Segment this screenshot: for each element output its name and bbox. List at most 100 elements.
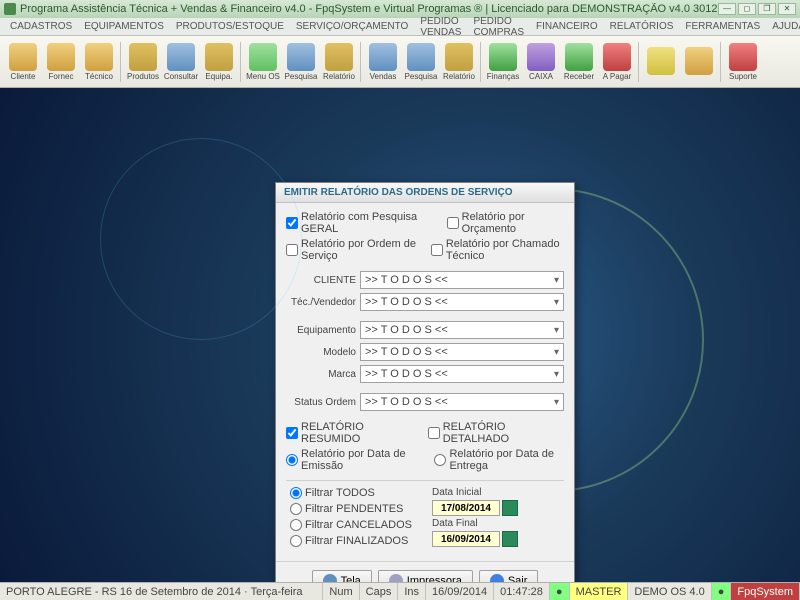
label-marca: Marca bbox=[286, 369, 356, 380]
Pesquisa-icon bbox=[407, 43, 435, 71]
radio-filtrar-finalizados[interactable]: Filtrar FINALIZADOS bbox=[290, 535, 412, 547]
toolbar-icon[interactable] bbox=[680, 38, 718, 86]
status-caps: Caps bbox=[360, 583, 399, 600]
radio-filtrar-pendentes[interactable]: Filtrar PENDENTES bbox=[290, 503, 412, 515]
combo-status[interactable]: >> T O D O S << bbox=[360, 393, 564, 411]
toolbar-equipa.[interactable]: Equipa. bbox=[200, 38, 238, 86]
minimize-button[interactable]: — bbox=[718, 3, 736, 15]
Técnico-icon bbox=[85, 43, 113, 71]
Menu OS-icon bbox=[249, 43, 277, 71]
status-time: 01:47:28 bbox=[494, 583, 550, 600]
radio-data-emissao[interactable]: Relatório por Data de Emissão bbox=[286, 448, 418, 472]
tool-icon bbox=[685, 47, 713, 75]
combo-marca[interactable]: >> T O D O S << bbox=[360, 365, 564, 383]
toolbar-separator bbox=[720, 42, 722, 82]
label-data-inicial: Data Inicial bbox=[432, 487, 518, 498]
toolbar-vendas[interactable]: Vendas bbox=[364, 38, 402, 86]
A Pagar-icon bbox=[603, 43, 631, 71]
toolbar-separator bbox=[120, 42, 122, 82]
toolbar-relatório[interactable]: Relatório bbox=[440, 38, 478, 86]
check-chamado-tecnico[interactable]: Relatório por Chamado Técnico bbox=[431, 238, 564, 262]
toolbar-suporte[interactable]: Suporte bbox=[724, 38, 762, 86]
status-user: MASTER bbox=[570, 583, 629, 600]
window-title: Programa Assistência Técnica + Vendas & … bbox=[20, 3, 718, 15]
toolbar-pesquisa[interactable]: Pesquisa bbox=[402, 38, 440, 86]
toolbar-separator bbox=[240, 42, 242, 82]
Equipa.-icon bbox=[205, 43, 233, 71]
menu-produtos/estoque[interactable]: PRODUTOS/ESTOQUE bbox=[170, 19, 290, 34]
toolbar-finanças[interactable]: Finanças bbox=[484, 38, 522, 86]
radio-filtrar-cancelados[interactable]: Filtrar CANCELADOS bbox=[290, 519, 412, 531]
toolbar-relatório[interactable]: Relatório bbox=[320, 38, 358, 86]
toolbar-receber[interactable]: Receber bbox=[560, 38, 598, 86]
status-indicator: ● bbox=[550, 583, 570, 600]
check-pesquisa-geral[interactable]: Relatório com Pesquisa GERAL bbox=[286, 211, 435, 235]
label-cliente: CLIENTE bbox=[286, 275, 356, 286]
combo-tecnico[interactable]: >> T O D O S << bbox=[360, 293, 564, 311]
report-dialog: EMITIR RELATÓRIO DAS ORDENS DE SERVIÇO R… bbox=[275, 182, 575, 582]
radio-filtrar-todos[interactable]: Filtrar TODOS bbox=[290, 487, 412, 499]
label-equipamento: Equipamento bbox=[286, 325, 356, 336]
radio-data-entrega[interactable]: Relatório por Data de Entrega bbox=[434, 448, 564, 472]
calendar-icon[interactable] bbox=[502, 531, 518, 547]
dialog-title: EMITIR RELATÓRIO DAS ORDENS DE SERVIÇO bbox=[276, 183, 574, 203]
sair-button[interactable]: Sair bbox=[479, 570, 539, 582]
menu-equipamentos[interactable]: EQUIPAMENTOS bbox=[78, 19, 170, 34]
status-location: PORTO ALEGRE - RS 16 de Setembro de 2014… bbox=[0, 583, 323, 600]
close-button[interactable]: ✕ bbox=[778, 3, 796, 15]
toolbar-fornec[interactable]: Fornec bbox=[42, 38, 80, 86]
menu-cadastros[interactable]: CADASTROS bbox=[4, 19, 78, 34]
combo-modelo[interactable]: >> T O D O S << bbox=[360, 343, 564, 361]
calendar-icon[interactable] bbox=[502, 500, 518, 516]
combo-equipamento[interactable]: >> T O D O S << bbox=[360, 321, 564, 339]
toolbar-a pagar[interactable]: A Pagar bbox=[598, 38, 636, 86]
tool-icon bbox=[647, 47, 675, 75]
status-demo: DEMO OS 4.0 bbox=[628, 583, 711, 600]
input-data-inicial[interactable] bbox=[432, 500, 500, 516]
tela-button[interactable]: Tela bbox=[312, 570, 372, 582]
menu-financeiro[interactable]: FINANCEIRO bbox=[530, 19, 604, 34]
menu-serviço/orçamento[interactable]: SERVIÇO/ORÇAMENTO bbox=[290, 19, 414, 34]
Cliente-icon bbox=[9, 43, 37, 71]
input-data-final[interactable] bbox=[432, 531, 500, 547]
toolbar-icon[interactable] bbox=[642, 38, 680, 86]
restore-button[interactable]: ❐ bbox=[758, 3, 776, 15]
status-brand: FpqSystem bbox=[731, 583, 800, 600]
impressora-button[interactable]: Impressora bbox=[378, 570, 473, 582]
toolbar-cliente[interactable]: Cliente bbox=[4, 38, 42, 86]
toolbar-caixa[interactable]: CAIXA bbox=[522, 38, 560, 86]
main-toolbar: ClienteFornecTécnicoProdutosConsultarEqu… bbox=[0, 36, 800, 88]
screen-icon bbox=[323, 574, 337, 582]
window-controls: — ◻ ❐ ✕ bbox=[718, 3, 796, 15]
status-indicator2: ● bbox=[712, 583, 732, 600]
check-orcamento[interactable]: Relatório por Orçamento bbox=[447, 211, 564, 235]
menu-ajuda[interactable]: AJUDA bbox=[766, 19, 800, 34]
Suporte-icon bbox=[729, 43, 757, 71]
label-tecnico: Téc./Vendedor bbox=[286, 297, 356, 308]
app-icon bbox=[4, 3, 16, 15]
toolbar-separator bbox=[360, 42, 362, 82]
toolbar-menu os[interactable]: Menu OS bbox=[244, 38, 282, 86]
check-resumido[interactable]: RELATÓRIO RESUMIDO bbox=[286, 421, 416, 445]
toolbar-técnico[interactable]: Técnico bbox=[80, 38, 118, 86]
Vendas-icon bbox=[369, 43, 397, 71]
toolbar-consultar[interactable]: Consultar bbox=[162, 38, 200, 86]
combo-cliente[interactable]: >> T O D O S << bbox=[360, 271, 564, 289]
status-num: Num bbox=[323, 583, 359, 600]
Produtos-icon bbox=[129, 43, 157, 71]
desktop-area: EMITIR RELATÓRIO DAS ORDENS DE SERVIÇO R… bbox=[0, 88, 800, 582]
check-detalhado[interactable]: RELATÓRIO DETALHADO bbox=[428, 421, 564, 445]
Fornec-icon bbox=[47, 43, 75, 71]
toolbar-pesquisa[interactable]: Pesquisa bbox=[282, 38, 320, 86]
menu-pedido compras[interactable]: PEDIDO COMPRAS bbox=[467, 14, 530, 40]
toolbar-separator bbox=[638, 42, 640, 82]
toolbar-produtos[interactable]: Produtos bbox=[124, 38, 162, 86]
menu-relatórios[interactable]: RELATÓRIOS bbox=[604, 19, 680, 34]
status-bar: PORTO ALEGRE - RS 16 de Setembro de 2014… bbox=[0, 582, 800, 600]
menu-ferramentas[interactable]: FERRAMENTAS bbox=[679, 19, 766, 34]
status-ins: Ins bbox=[398, 583, 426, 600]
maximize-button[interactable]: ◻ bbox=[738, 3, 756, 15]
menu-pedido vendas[interactable]: PEDIDO VENDAS bbox=[414, 14, 467, 40]
printer-icon bbox=[389, 574, 403, 582]
check-ordem-servico[interactable]: Relatório por Ordem de Serviço bbox=[286, 238, 419, 262]
